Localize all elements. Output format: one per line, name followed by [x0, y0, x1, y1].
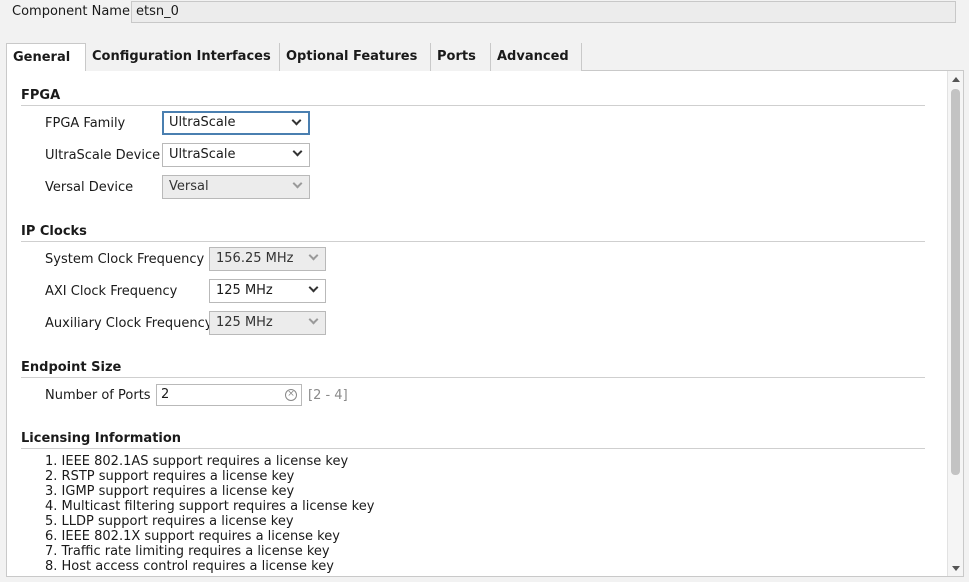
licensing-section-title: Licensing Information [21, 431, 182, 446]
fpga-section-title: FPGA [21, 88, 61, 103]
number-of-ports-input[interactable]: 2 × [156, 384, 302, 406]
chevron-down-icon [292, 146, 303, 157]
system-clock-value: 156.25 MHz [216, 251, 294, 266]
aux-clock-label: Auxiliary Clock Frequency [45, 316, 213, 331]
chevron-down-icon [308, 282, 319, 293]
fpga-family-value: UltraScale [169, 115, 236, 130]
component-name-label: Component Name [12, 4, 130, 19]
list-item: 8. Host access control requires a licens… [45, 559, 334, 574]
chevron-down-icon [308, 250, 319, 261]
tab-advanced[interactable]: Advanced [491, 43, 582, 71]
chevron-down-icon [291, 115, 302, 126]
versal-device-label: Versal Device [45, 180, 134, 195]
axi-clock-value: 125 MHz [216, 283, 273, 298]
component-name-bar: Component Name etsn_0 [0, 0, 969, 28]
component-name-input[interactable]: etsn_0 [131, 1, 956, 23]
endpoint-size-section-title: Endpoint Size [21, 360, 122, 375]
number-of-ports-value: 2 [161, 387, 170, 402]
list-item: 3. IGMP support requires a license key [45, 484, 295, 499]
aux-clock-value: 125 MHz [216, 315, 273, 330]
tab-optional-features[interactable]: Optional Features [280, 43, 431, 71]
tab-bar: General Configuration Interfaces Optiona… [6, 43, 964, 72]
scroll-thumb[interactable] [951, 89, 960, 475]
number-of-ports-range: [2 - 4] [308, 388, 348, 403]
axi-clock-select[interactable]: 125 MHz [209, 279, 326, 303]
ip-clocks-section-divider [21, 241, 925, 242]
list-item: 7. Traffic rate limiting requires a lice… [45, 544, 330, 559]
list-item: 2. RSTP support requires a license key [45, 469, 295, 484]
tab-configuration-interfaces[interactable]: Configuration Interfaces [86, 43, 280, 71]
fpga-section-divider [21, 105, 925, 106]
vertical-scrollbar[interactable] [947, 71, 963, 576]
list-item: 1. IEEE 802.1AS support requires a licen… [45, 454, 349, 469]
tab-ports[interactable]: Ports [431, 43, 491, 71]
clear-icon[interactable]: × [285, 389, 297, 401]
axi-clock-label: AXI Clock Frequency [45, 284, 178, 299]
system-clock-label: System Clock Frequency [45, 252, 205, 267]
list-item: 5. LLDP support requires a license key [45, 514, 294, 529]
fpga-family-label: FPGA Family [45, 116, 126, 131]
versal-device-value: Versal [169, 179, 209, 194]
scroll-down-icon[interactable] [952, 566, 960, 571]
general-panel: FPGA FPGA Family UltraScale UltraScale D… [6, 71, 964, 577]
number-of-ports-label: Number of Ports [45, 388, 151, 403]
list-item: 6. IEEE 802.1X support requires a licens… [45, 529, 340, 544]
ip-clocks-section-title: IP Clocks [21, 224, 87, 239]
versal-device-select: Versal [162, 175, 310, 199]
ultrascale-device-value: UltraScale [169, 147, 236, 162]
list-item: 4. Multicast filtering support requires … [45, 499, 375, 514]
chevron-down-icon [308, 314, 319, 325]
licensing-list: 1. IEEE 802.1AS support requires a licen… [45, 454, 374, 574]
chevron-down-icon [292, 178, 303, 189]
ultrascale-device-label: UltraScale Device [45, 148, 161, 163]
scroll-up-icon[interactable] [952, 77, 960, 82]
endpoint-size-section-divider [21, 377, 925, 378]
system-clock-select: 156.25 MHz [209, 247, 326, 271]
licensing-section-divider [21, 448, 925, 449]
ultrascale-device-select[interactable]: UltraScale [162, 143, 310, 167]
fpga-family-select[interactable]: UltraScale [162, 111, 310, 135]
aux-clock-select: 125 MHz [209, 311, 326, 335]
tab-general[interactable]: General [6, 43, 86, 72]
